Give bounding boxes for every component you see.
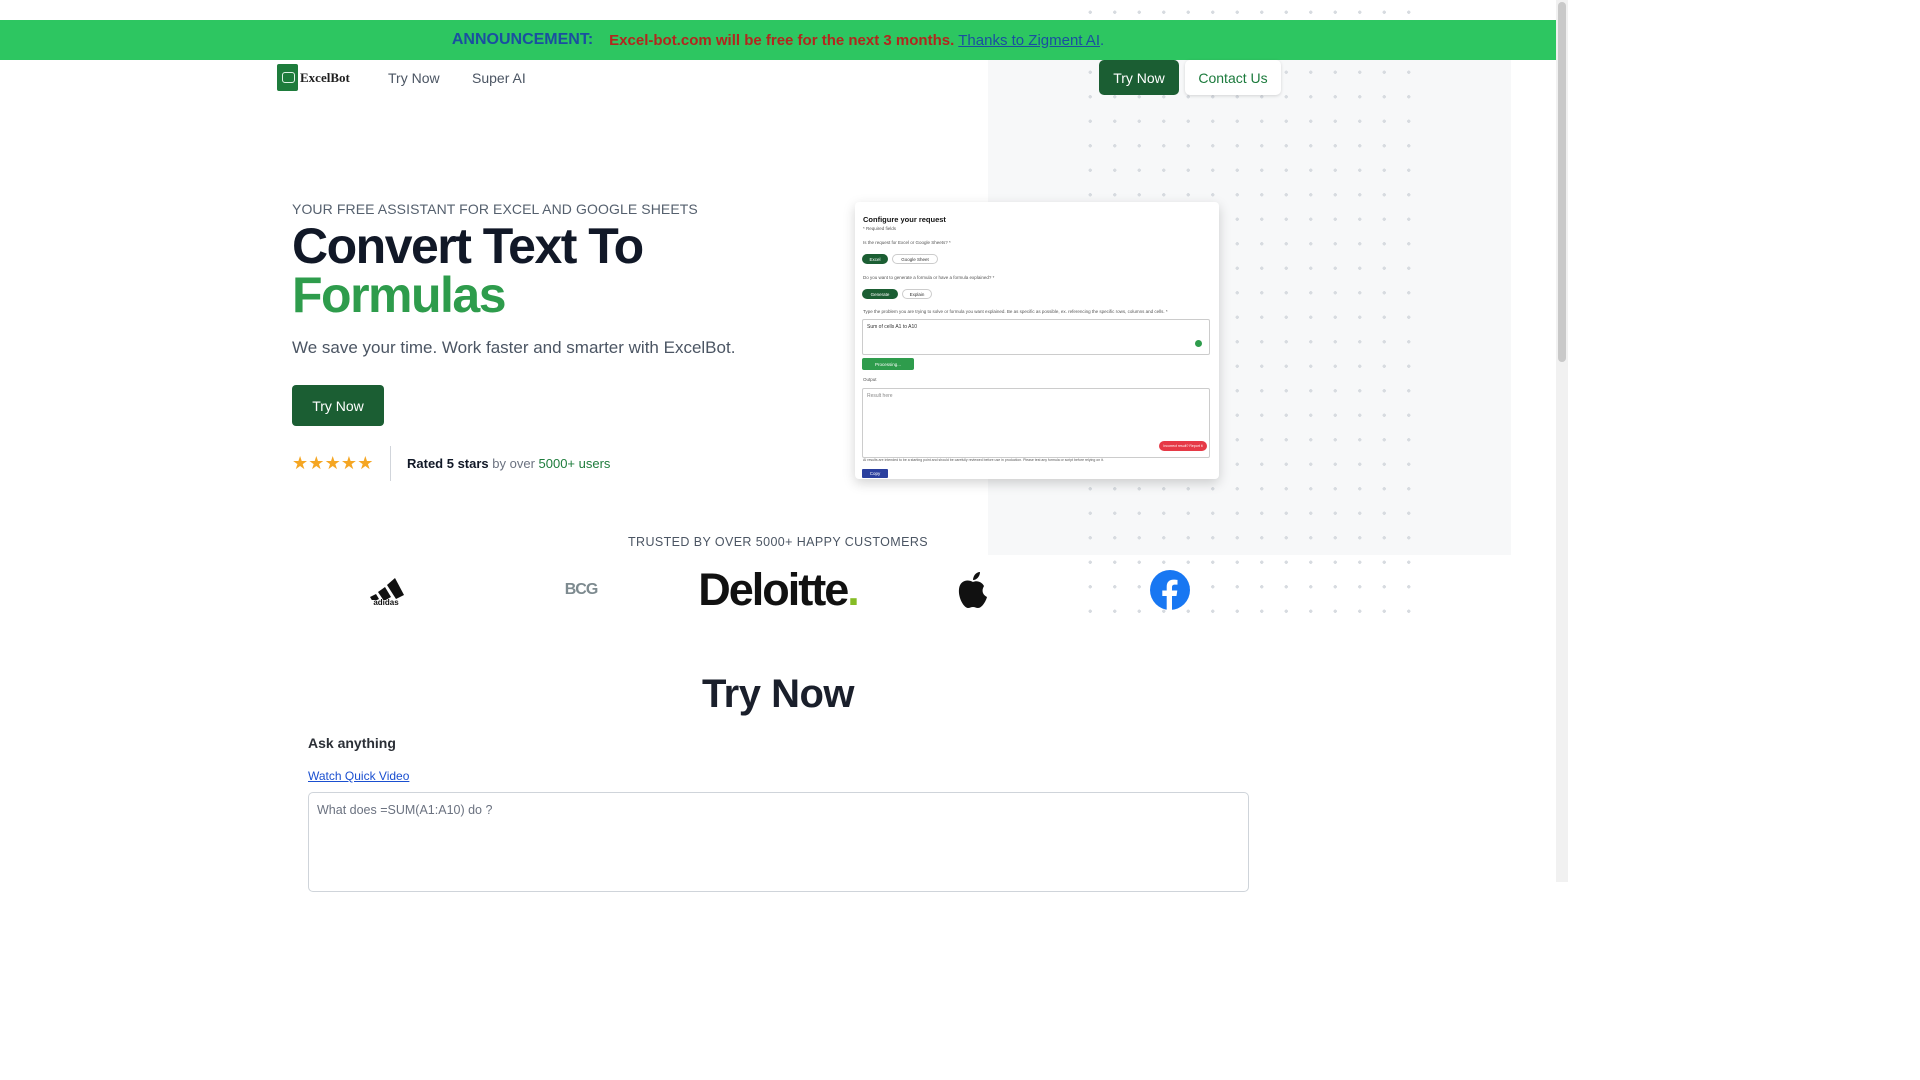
hero-eyebrow: YOUR FREE ASSISTANT FOR EXCEL AND GOOGLE… [292,201,698,217]
mock-option-explain: Explain [902,289,932,299]
rating-mid: by over [488,456,539,471]
deloitte-text: Deloitte [698,564,849,615]
mock-assist-icon [1195,340,1202,347]
deloitte-dot: . [847,564,859,615]
ask-anything-label: Ask anything [308,735,396,751]
mock-output-placeholder: Result here [867,393,893,399]
hero-subtitle: We save your time. Work faster and smart… [292,338,736,357]
mock-required-note: * Required fields [863,226,897,231]
hero-try-now-button[interactable]: Try Now [292,385,384,426]
rating-divider [390,446,391,481]
mock-option-google-sheet: Google Sheet [892,254,938,264]
mock-copy-button: Copy [862,469,888,478]
star-rating: ★ ★ ★ ★ ★ [292,454,373,472]
mock-output-label: Output [863,377,877,382]
star-icon: ★ [308,453,325,473]
trusted-heading: TRUSTED BY OVER 5000+ HAPPY CUSTOMERS [628,535,928,549]
star-icon: ★ [324,453,341,473]
hero-title-line1: Convert Text To [292,218,644,274]
mock-disclaimer: AI results are intended to be a starting… [863,458,1104,462]
announcement-message: Excel-bot.com will be free for the next … [609,31,955,49]
announcement-link[interactable]: Thanks to Zigment AI [958,32,1100,49]
star-icon: ★ [340,453,358,473]
svg-text:adidas: adidas [373,598,399,605]
logo-icon [277,64,298,91]
mock-input-value: Sum of cells A1 to A10 [867,324,918,330]
scrollbar-thumb[interactable] [1558,2,1566,362]
dot-pattern-top [1078,0,1418,18]
announcement-suffix: . [1099,31,1105,49]
mock-input-box: Sum of cells A1 to A10 [862,319,1210,355]
mock-question-3: Type the problem you are trying to solve… [863,309,1168,314]
mock-option-excel: Excel [862,254,888,264]
star-icon: ★ [357,453,374,473]
rating-bold: Rated 5 stars [407,456,489,471]
mock-processing-button: Processing... [862,358,914,370]
mock-report-button: Incorrect result? Report it [1159,441,1207,451]
deloitte-logo: Deloitte. [692,564,864,615]
facebook-logo [1149,566,1191,614]
announcement-label: ANNOUNCEMENT: [451,31,594,48]
rating-text: Rated 5 stars by over 5000+ users [407,456,610,471]
bcg-logo: BCG [564,581,599,598]
excelbot-logo[interactable]: ExcelBot [277,64,350,91]
star-icon: ★ [292,453,309,473]
nav-try-now-button[interactable]: Try Now [1099,60,1179,95]
mock-question-2: Do you want to generate a formula or hav… [863,275,995,280]
try-now-heading: Try Now [701,672,855,716]
ask-input[interactable] [308,792,1249,892]
logo-text: ExcelBot [300,69,350,85]
adidas-logo: adidas [362,566,410,614]
mock-output-box: Result here [862,388,1210,458]
nav-link-try-now[interactable]: Try Now [388,70,440,86]
hero-title: Convert Text To Formulas [292,221,644,323]
apple-icon [958,572,987,608]
apple-logo [950,566,996,614]
mock-question-1: Is the request for Excel or Google Sheet… [863,240,951,245]
contact-us-button[interactable]: Contact Us [1185,60,1281,95]
product-screenshot: Configure your request * Required fields… [855,202,1219,479]
rating-users: 5000+ users [538,456,611,471]
mock-title: Configure your request [863,215,946,224]
scrollbar[interactable] [1556,0,1568,882]
mock-option-generate: Generate [862,289,898,299]
announcement-bar: ANNOUNCEMENT: Excel-bot.com will be free… [0,20,1556,60]
hero-title-line2: Formulas [292,267,507,323]
nav-link-super-ai[interactable]: Super AI [472,70,526,86]
facebook-icon [1150,570,1190,610]
adidas-icon: adidas [368,578,404,605]
watch-video-link[interactable]: Watch Quick Video [308,769,409,783]
